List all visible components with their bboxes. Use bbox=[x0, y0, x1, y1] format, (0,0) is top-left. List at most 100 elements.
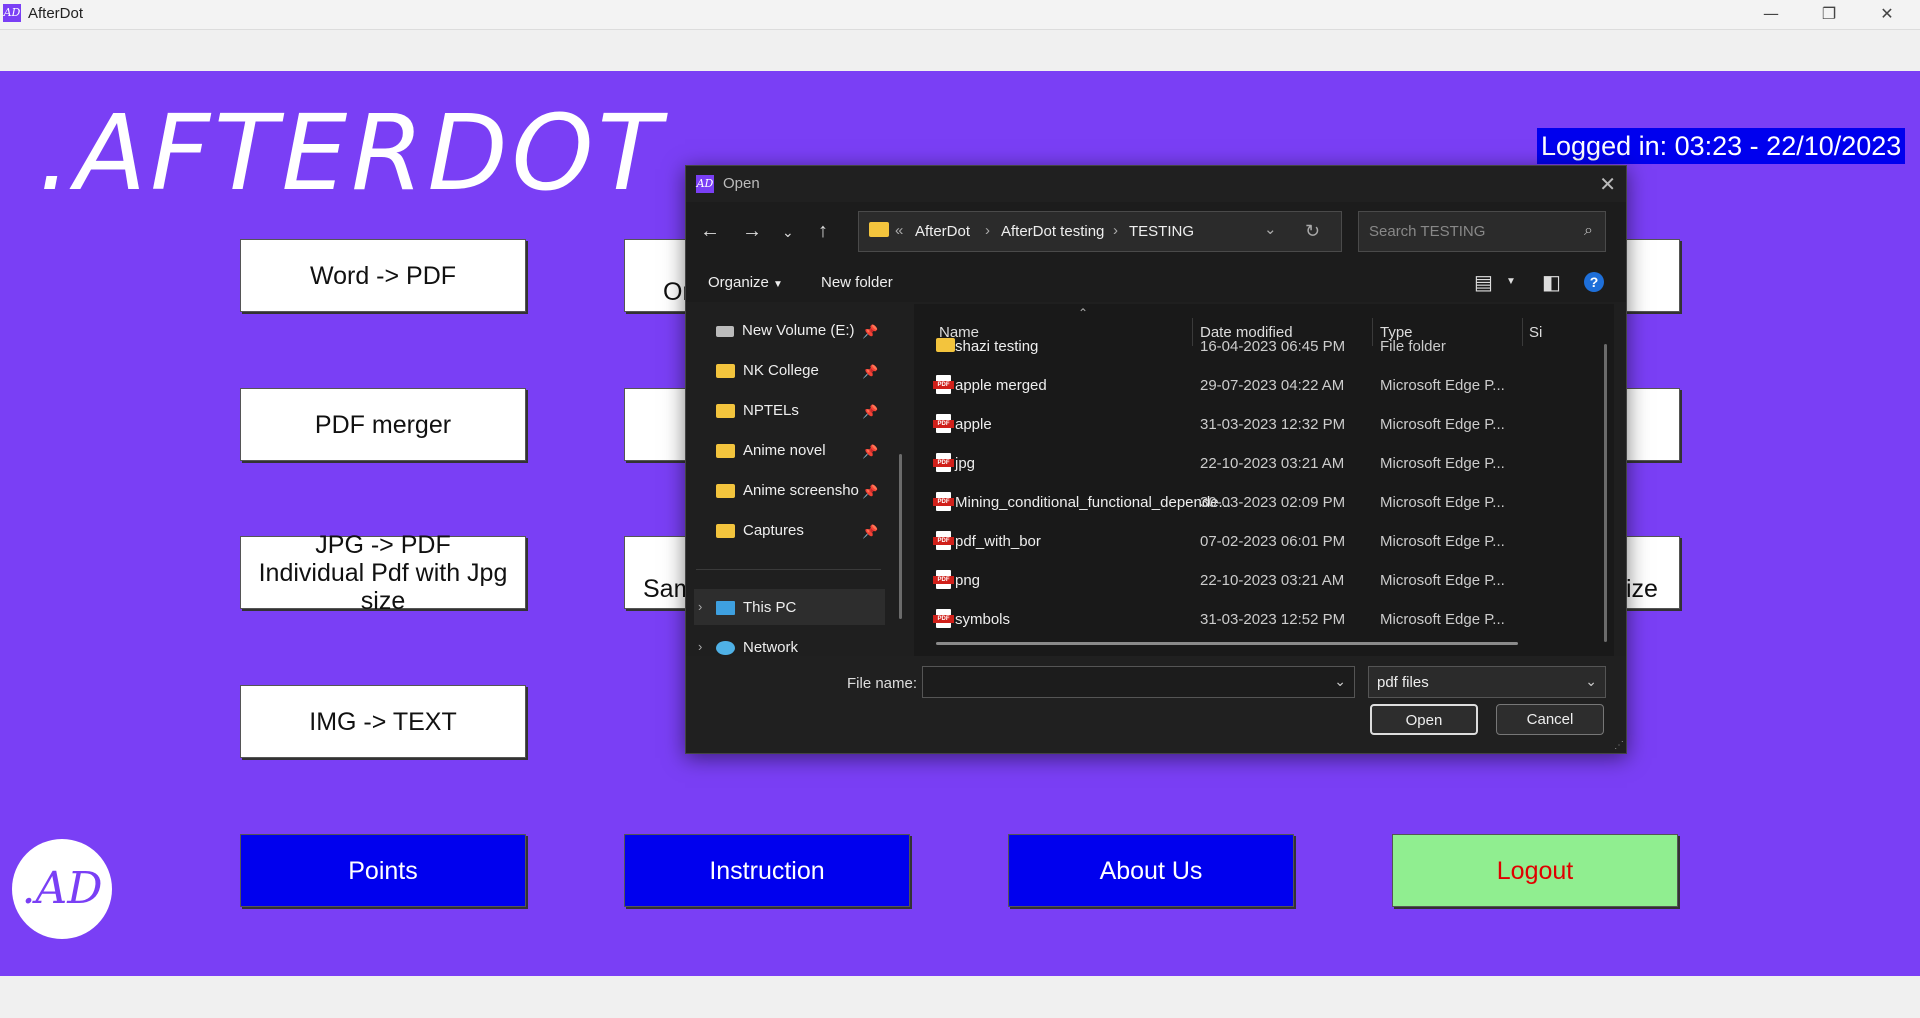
network-icon bbox=[716, 641, 735, 656]
file-row[interactable]: symbols 31-03-2023 12:52 PM Microsoft Ed… bbox=[914, 601, 1574, 639]
recent-chevron-icon[interactable]: ⌄ bbox=[782, 224, 794, 241]
jpg-to-pdf-label: JPG -> PDF bbox=[315, 530, 451, 559]
file-row[interactable]: Mining_conditional_functional_depende...… bbox=[914, 484, 1574, 522]
tool-button-7[interactable]: ize bbox=[1625, 536, 1680, 609]
file-date: 31-03-2023 12:32 PM bbox=[1200, 416, 1346, 433]
nav-item-nptels[interactable]: NPTELs bbox=[716, 402, 799, 428]
nav-item-nk-college[interactable]: NK College bbox=[716, 362, 819, 388]
dialog-navbar: ← → ⌄ ↑ « AfterDot › AfterDot testing › … bbox=[686, 202, 1626, 262]
jpg-to-pdf-button[interactable]: JPG -> PDF Individual Pdf with Jpg size bbox=[240, 531, 526, 615]
folder-icon bbox=[869, 222, 889, 237]
file-list-hscrollbar[interactable] bbox=[936, 642, 1518, 645]
chevron-right-icon[interactable]: › bbox=[698, 639, 702, 654]
view-dropdown-icon[interactable]: ▼ bbox=[1506, 276, 1516, 287]
breadcrumb-separator-icon: › bbox=[985, 222, 990, 239]
open-button[interactable]: Open bbox=[1370, 704, 1478, 735]
close-button[interactable]: ✕ bbox=[1858, 0, 1916, 29]
tool-button-5[interactable] bbox=[1625, 388, 1680, 461]
refresh-icon[interactable]: ↻ bbox=[1305, 221, 1320, 242]
nav-scrollbar[interactable] bbox=[899, 454, 902, 619]
login-status: Logged in: 03:23 - 22/10/2023 bbox=[1537, 128, 1906, 164]
file-name-label: File name: bbox=[847, 675, 918, 692]
cancel-button[interactable]: Cancel bbox=[1496, 704, 1604, 735]
pdf-merger-button[interactable]: PDF merger bbox=[240, 388, 526, 461]
file-list: ⌃ Name Date modified Type Si shazi testi… bbox=[914, 304, 1614, 656]
tool-button-2[interactable]: Or bbox=[624, 239, 686, 312]
file-type: Microsoft Edge P... bbox=[1380, 572, 1505, 589]
file-list-vscrollbar[interactable] bbox=[1604, 344, 1607, 642]
tool-button-2-label: Or bbox=[663, 278, 685, 306]
folder-icon bbox=[716, 444, 735, 459]
points-button[interactable]: Points bbox=[240, 834, 526, 907]
tool-button-6[interactable]: Sam bbox=[624, 536, 686, 609]
breadcrumb-overflow-icon[interactable]: « bbox=[895, 222, 903, 239]
address-dropdown-icon[interactable]: ⌄ bbox=[1264, 220, 1277, 238]
file-type: Microsoft Edge P... bbox=[1380, 533, 1505, 550]
file-name: png bbox=[955, 572, 981, 589]
file-row[interactable]: png 22-10-2023 03:21 AM Microsoft Edge P… bbox=[914, 562, 1574, 600]
up-arrow-icon[interactable]: ↑ bbox=[818, 220, 828, 243]
file-row[interactable]: shazi testing 16-04-2023 06:45 PM File f… bbox=[914, 328, 1574, 366]
organize-label: Organize bbox=[708, 274, 769, 291]
preview-pane-icon[interactable]: ◧ bbox=[1542, 270, 1561, 295]
jpg-to-pdf-sublabel: Individual Pdf with Jpg size bbox=[258, 558, 508, 615]
avatar[interactable]: .AD bbox=[12, 839, 112, 939]
nav-item-this-pc[interactable]: This PC bbox=[716, 599, 796, 625]
nav-item-captures[interactable]: Captures bbox=[716, 522, 804, 548]
file-row[interactable]: pdf_with_bor 07-02-2023 06:01 PM Microso… bbox=[914, 523, 1574, 561]
pdf-icon bbox=[933, 453, 954, 472]
nav-item-new-volume[interactable]: New Volume (E:) bbox=[716, 322, 855, 348]
file-name: pdf_with_bor bbox=[955, 533, 1041, 550]
word-to-pdf-button[interactable]: Word -> PDF bbox=[240, 239, 526, 312]
window-titlebar: AD AfterDot — ❐ ✕ bbox=[0, 0, 1920, 30]
breadcrumb-item[interactable]: TESTING bbox=[1129, 223, 1194, 240]
nav-item-anime-novel[interactable]: Anime novel bbox=[716, 442, 826, 468]
nav-divider bbox=[696, 569, 881, 570]
pdf-icon bbox=[933, 531, 954, 550]
minimize-button[interactable]: — bbox=[1742, 0, 1800, 29]
caret-down-icon: ▼ bbox=[773, 279, 783, 290]
dialog-close-icon[interactable]: ✕ bbox=[1599, 172, 1616, 197]
breadcrumb-item[interactable]: AfterDot bbox=[915, 223, 970, 240]
open-file-dialog: AD Open ✕ ← → ⌄ ↑ « AfterDot › AfterDot … bbox=[685, 165, 1627, 754]
file-row[interactable]: apple 31-03-2023 12:32 PM Microsoft Edge… bbox=[914, 406, 1574, 444]
resize-grip-icon[interactable]: ⋰ bbox=[1614, 740, 1624, 751]
chevron-right-icon[interactable]: › bbox=[698, 599, 702, 614]
tool-button-6-label: Sam bbox=[643, 575, 685, 603]
dialog-titlebar: AD Open ✕ bbox=[686, 166, 1626, 202]
new-folder-button[interactable]: New folder bbox=[821, 274, 893, 291]
breadcrumb-item[interactable]: AfterDot testing bbox=[1001, 223, 1104, 240]
view-options-icon[interactable]: ▤ bbox=[1474, 270, 1493, 295]
file-date: 30-03-2023 02:09 PM bbox=[1200, 494, 1346, 511]
chevron-down-icon[interactable]: ⌄ bbox=[1334, 673, 1346, 690]
maximize-button[interactable]: ❐ bbox=[1800, 0, 1858, 29]
top-band bbox=[0, 30, 1920, 71]
nav-item-anime-screenshots[interactable]: Anime screensho bbox=[716, 482, 859, 508]
file-name: Mining_conditional_functional_depende... bbox=[955, 494, 1232, 511]
tool-button-4[interactable] bbox=[624, 388, 686, 461]
file-date: 22-10-2023 03:21 AM bbox=[1200, 572, 1345, 589]
nav-item-label: NPTELs bbox=[743, 402, 799, 419]
forward-arrow-icon[interactable]: → bbox=[742, 220, 762, 243]
file-name-input[interactable]: ⌄ bbox=[922, 666, 1355, 698]
app-logo-text: .AFTERDOT bbox=[38, 92, 665, 214]
pdf-icon bbox=[933, 375, 954, 394]
img-to-text-button[interactable]: IMG -> TEXT bbox=[240, 685, 526, 758]
organize-menu[interactable]: Organize ▼ bbox=[708, 274, 783, 291]
file-row[interactable]: apple merged 29-07-2023 04:22 AM Microso… bbox=[914, 367, 1574, 405]
nav-item-label: Anime screensho bbox=[743, 482, 859, 499]
file-row[interactable]: jpg 22-10-2023 03:21 AM Microsoft Edge P… bbox=[914, 445, 1574, 483]
file-name: apple merged bbox=[955, 377, 1047, 394]
back-arrow-icon[interactable]: ← bbox=[700, 220, 720, 243]
search-input[interactable]: Search TESTING ⌕ bbox=[1358, 211, 1606, 252]
tool-button-3[interactable] bbox=[1625, 239, 1680, 312]
instruction-button[interactable]: Instruction bbox=[624, 834, 910, 907]
folder-icon bbox=[716, 524, 735, 539]
file-type: Microsoft Edge P... bbox=[1380, 455, 1505, 472]
about-us-button[interactable]: About Us bbox=[1008, 834, 1294, 907]
file-type-select[interactable]: pdf files ⌄ bbox=[1368, 666, 1606, 698]
pin-icon: 📌 bbox=[862, 444, 879, 459]
logout-button[interactable]: Logout bbox=[1392, 834, 1678, 907]
address-bar[interactable]: « AfterDot › AfterDot testing › TESTING … bbox=[858, 211, 1342, 252]
help-icon[interactable]: ? bbox=[1584, 272, 1604, 292]
